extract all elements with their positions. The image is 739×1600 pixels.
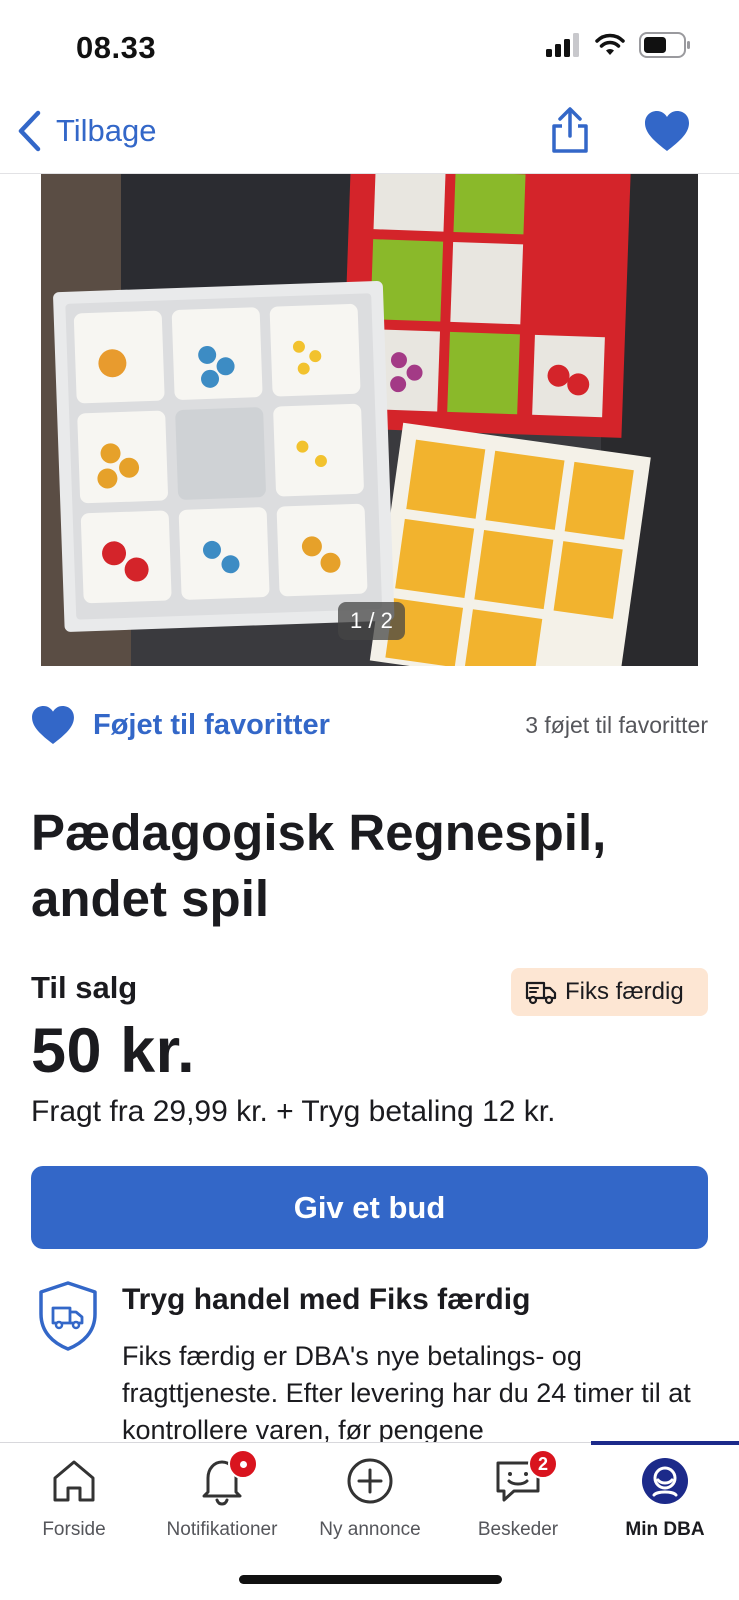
favorite-toggle[interactable]: Føjet til favoritter (31, 705, 330, 745)
favorite-button[interactable] (644, 110, 690, 152)
chat-icon: 2 (492, 1449, 558, 1507)
tab-label: Min DBA (625, 1519, 705, 1540)
status-bar: 08.33 (0, 0, 739, 96)
game-photo-illustration (41, 174, 698, 666)
plus-circle-icon (344, 1455, 396, 1507)
price: 50 kr. (31, 1016, 196, 1086)
status-time: 08.33 (76, 30, 157, 65)
make-offer-button[interactable]: Giv et bud (31, 1166, 708, 1249)
listing-photo[interactable]: 1 / 2 (41, 174, 698, 666)
tab-min-dba[interactable]: Min DBA (591, 1455, 739, 1555)
active-tab-indicator (591, 1441, 739, 1445)
tab-label: Forside (42, 1519, 106, 1540)
photo-counter: 1 / 2 (338, 602, 405, 640)
tab-notifikationer[interactable]: Notifikationer (148, 1449, 296, 1555)
home-icon (48, 1455, 100, 1507)
favorites-row: Føjet til favoritter 3 føjet til favorit… (31, 700, 708, 750)
back-button[interactable]: Tilbage (16, 110, 157, 152)
tab-forside[interactable]: Forside (0, 1455, 148, 1555)
status-icons (545, 32, 691, 58)
message-badge: 2 (528, 1449, 558, 1479)
badge-label: Fiks færdig (565, 978, 684, 1005)
nav-bar: Tilbage (0, 96, 739, 174)
shipping-info: Fragt fra 29,99 kr. + Tryg betaling 12 k… (31, 1095, 556, 1128)
home-indicator[interactable] (239, 1575, 502, 1584)
info-body: Fiks færdig er DBA's nye betalings- og f… (122, 1341, 691, 1442)
bell-icon (196, 1449, 258, 1507)
signal-icon (546, 33, 579, 57)
tab-beskeder[interactable]: 2 Beskeder (444, 1449, 592, 1555)
battery-icon (639, 32, 690, 58)
truck-icon (525, 981, 557, 1005)
notification-badge (228, 1449, 258, 1479)
heart-icon (645, 111, 689, 151)
profile-icon (639, 1455, 691, 1507)
wifi-icon (595, 33, 625, 55)
tab-label: Notifikationer (166, 1519, 278, 1540)
shipping-badge: Fiks færdig (511, 968, 708, 1016)
chevron-left-icon (18, 110, 41, 152)
favorite-count: 3 føjet til favoritter (525, 711, 708, 738)
favorite-label: Føjet til favoritter (93, 708, 330, 741)
shield-truck-icon (39, 1281, 97, 1351)
tab-ny-annonce[interactable]: Ny annonce (296, 1455, 444, 1555)
info-title: Tryg handel med Fiks færdig (122, 1283, 531, 1316)
tab-label: Beskeder (477, 1519, 559, 1540)
tab-label: Ny annonce (319, 1519, 421, 1540)
back-label: Tilbage (56, 113, 157, 148)
heart-icon (32, 705, 74, 745)
share-button[interactable] (548, 106, 592, 154)
share-icon (552, 107, 588, 153)
sale-label: Til salg (31, 970, 138, 1005)
listing-title: Pædagogisk Regnespil, andet spil (31, 804, 607, 927)
tab-bar: Forside Notifikationer Ny annonce 2 Besk… (0, 1441, 739, 1600)
